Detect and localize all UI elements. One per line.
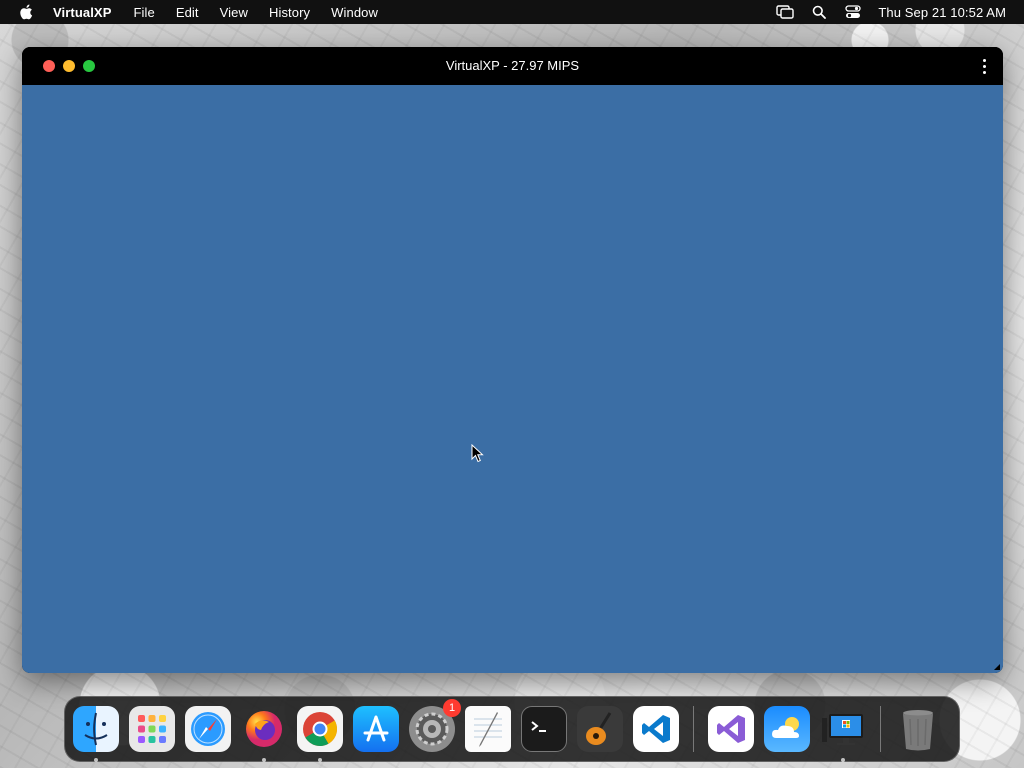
apple-menu-icon[interactable] [19, 4, 33, 20]
terminal-icon[interactable] [521, 706, 567, 752]
menu-bar-clock[interactable]: Thu Sep 21 10:52 AM [878, 5, 1006, 20]
running-indicator [841, 758, 845, 762]
window-title-bar[interactable]: VirtualXP - 27.97 MIPS [22, 47, 1003, 85]
mouse-cursor-icon [471, 444, 484, 463]
window-title: VirtualXP - 27.97 MIPS [445, 58, 580, 73]
visual-studio-icon[interactable] [708, 706, 754, 752]
zoom-button[interactable] [83, 60, 95, 72]
textedit-icon[interactable] [465, 706, 511, 752]
app-menu[interactable]: VirtualXP [53, 5, 111, 20]
dock-separator [880, 706, 881, 752]
chrome-icon[interactable] [297, 706, 343, 762]
safari-icon[interactable] [185, 706, 231, 752]
minimize-button[interactable] [63, 60, 75, 72]
close-button[interactable] [43, 60, 55, 72]
dock: 1 [64, 696, 960, 762]
resize-grip-icon[interactable] [994, 664, 1000, 670]
dock-separator [693, 706, 694, 752]
more-options-icon[interactable] [977, 57, 991, 75]
menu-view[interactable]: View [220, 5, 248, 20]
finder-icon[interactable] [73, 706, 119, 762]
menu-edit[interactable]: Edit [176, 5, 199, 20]
menu-bar: VirtualXP File Edit View History Window … [0, 0, 1024, 24]
emulator-screen[interactable] [22, 85, 1003, 673]
window-controls [43, 60, 95, 72]
firefox-icon[interactable] [241, 706, 287, 762]
spotlight-search-icon[interactable] [808, 3, 830, 21]
vscode-icon[interactable] [633, 706, 679, 752]
garageband-icon[interactable] [577, 706, 623, 752]
running-indicator [318, 758, 322, 762]
weather-icon[interactable] [764, 706, 810, 752]
app-store-icon[interactable] [353, 706, 399, 752]
running-indicator [94, 758, 98, 762]
launchpad-icon[interactable] [129, 706, 175, 752]
virtualxp-icon[interactable] [820, 706, 866, 762]
control-center-icon[interactable] [842, 3, 864, 21]
menu-file[interactable]: File [133, 5, 154, 20]
screen-mirroring-icon[interactable] [774, 3, 796, 21]
system-settings-icon[interactable]: 1 [409, 699, 461, 752]
running-indicator [262, 758, 266, 762]
notification-badge: 1 [443, 699, 461, 717]
virtualxp-window: VirtualXP - 27.97 MIPS [22, 47, 1003, 673]
menu-history[interactable]: History [269, 5, 310, 20]
menu-window[interactable]: Window [331, 5, 378, 20]
trash-icon[interactable] [895, 706, 941, 752]
